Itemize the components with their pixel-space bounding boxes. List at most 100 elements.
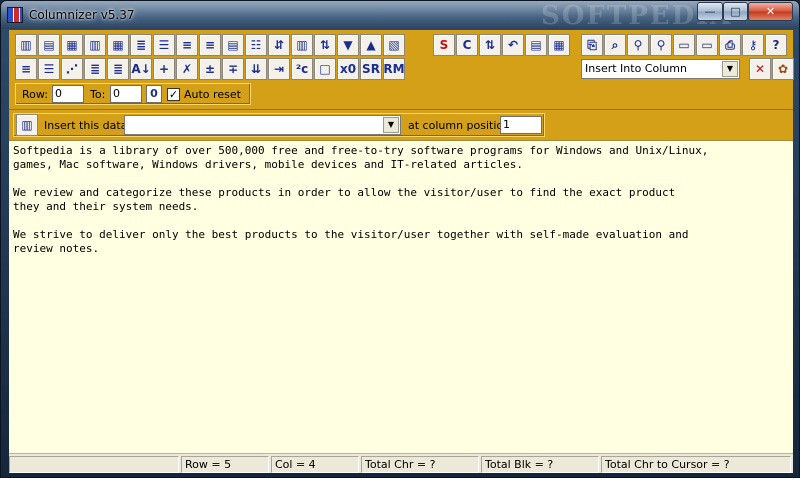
paste-button[interactable]: ▦: [548, 34, 570, 56]
c-icon: C: [462, 38, 472, 52]
dense-lines-button[interactable]: ≣: [84, 58, 106, 80]
sort-down-button[interactable]: ▼: [337, 34, 359, 56]
shift-down-icon: ⇊: [250, 62, 262, 76]
justify-text-button[interactable]: ≡: [199, 34, 221, 56]
status-bar: Row = 5 Col = 4 Total Chr = ? Total Blk …: [9, 453, 793, 473]
s-button[interactable]: S: [433, 34, 455, 56]
mode-select[interactable]: Insert Into Column ▼: [581, 59, 740, 79]
find-next-button[interactable]: ⚲: [650, 34, 672, 56]
chevron-down-icon[interactable]: ▼: [722, 61, 738, 77]
insert-column-button[interactable]: ▥: [16, 114, 38, 136]
open-folder-icon: ▭: [701, 38, 713, 52]
status-total-blk: Total Blk = ?: [481, 456, 599, 473]
clipboard-button[interactable]: ⎘: [581, 34, 603, 56]
chevron-down-icon[interactable]: ▼: [383, 117, 399, 133]
align-right-button[interactable]: ▦: [61, 34, 83, 56]
toolbar-row-1-tools: ⎘ ⌕ ⚲ ⚲ ▭ ▭ ⎙ ⚷?: [581, 34, 788, 56]
remove-row-button[interactable]: ∓: [222, 58, 244, 80]
sort-az-button[interactable]: A↓: [130, 58, 152, 80]
row-label: Row:: [22, 88, 48, 101]
minimize-button[interactable]: —: [697, 2, 723, 21]
insert-row-button[interactable]: ±: [199, 58, 221, 80]
left-align-block-button[interactable]: ≡: [15, 58, 37, 80]
row-to-input[interactable]: 0: [110, 85, 142, 103]
align-left-icon: ▤: [43, 38, 55, 52]
zero-button[interactable]: 0: [146, 85, 162, 103]
undo-icon: ↶: [507, 38, 519, 52]
print-button[interactable]: ⎙: [719, 34, 741, 56]
add-column-icon: +: [158, 62, 170, 76]
row-from-input[interactable]: 0: [52, 85, 84, 103]
move-column-button[interactable]: ▧: [383, 34, 405, 56]
open-file-button[interactable]: ▭: [673, 34, 695, 56]
title-bar[interactable]: Columnizer v5.37 SOFTPEDIA — □ ✕: [1, 1, 799, 31]
align-columns-button[interactable]: ▥: [15, 34, 37, 56]
column-position-input[interactable]: 1: [500, 116, 542, 134]
center-block-button[interactable]: ☰: [38, 58, 60, 80]
swap-up-down-button[interactable]: ⇅: [479, 34, 501, 56]
dense-lines-red-button[interactable]: ≣: [107, 58, 129, 80]
center-columns-button[interactable]: ▥: [84, 34, 106, 56]
find-button[interactable]: ⚲: [627, 34, 649, 56]
cancel-button[interactable]: ✕: [749, 58, 771, 80]
sort-column-icon: ⇅: [319, 38, 331, 52]
split-columns-button[interactable]: ▦: [107, 34, 129, 56]
shift-down-button[interactable]: ⇊: [245, 58, 267, 80]
maximize-button[interactable]: □: [723, 2, 748, 21]
sort-down-icon: ▼: [343, 38, 353, 52]
rm-button[interactable]: RM: [383, 58, 405, 80]
fill-text-button[interactable]: ▤: [222, 34, 244, 56]
dense-lines-icon: ≣: [89, 62, 101, 76]
insert-bar: ▥ Insert this data: ▼ at column position…: [9, 110, 793, 140]
status-message: [9, 456, 179, 473]
undo-button[interactable]: ↶: [502, 34, 524, 56]
reverse-lines-button[interactable]: ⇵: [268, 34, 290, 56]
to-label: To:: [90, 88, 106, 101]
tab-convert-button[interactable]: ⇥: [268, 58, 290, 80]
delete-column-button[interactable]: ✗: [176, 58, 198, 80]
toolbar-row-2: ≡ ☰ ⋰ ≣ ≣ A↓ + ✗ ± ∓ ⇊ ⇥ ²c □ x0 SR RM: [15, 58, 406, 80]
open-folder-button[interactable]: ▭: [696, 34, 718, 56]
sort-up-button[interactable]: ▲: [360, 34, 382, 56]
key-button[interactable]: ⚷: [742, 34, 764, 56]
wrap-text-button[interactable]: ☷: [245, 34, 267, 56]
key-icon: ⚷: [748, 38, 758, 52]
help-button[interactable]: ?: [765, 34, 787, 56]
text-editor[interactable]: Softpedia is a library of over 500,000 f…: [9, 140, 793, 451]
justify-text-icon: ≡: [204, 38, 216, 52]
c-button[interactable]: C: [456, 34, 478, 56]
open-file-icon: ▭: [678, 38, 690, 52]
sort-az-icon: A↓: [131, 62, 151, 76]
add-column-button[interactable]: +: [153, 58, 175, 80]
column-block-button[interactable]: ▥: [291, 34, 313, 56]
sr-button[interactable]: SR: [360, 58, 382, 80]
justify-columns-button[interactable]: ≣: [130, 34, 152, 56]
mode-select-value: Insert Into Column: [585, 62, 687, 75]
insert-data-combo[interactable]: ▼: [124, 115, 401, 135]
sort-column-button[interactable]: ⇅: [314, 34, 336, 56]
row-range-panel: Row: 0 To: 0 0 ✓ Auto reset: [15, 83, 251, 105]
auto-reset-checkbox[interactable]: ✓: [167, 88, 180, 101]
find-next-icon: ⚲: [656, 38, 666, 52]
window-title: Columnizer v5.37: [29, 8, 135, 22]
stagger-lines-button[interactable]: ⋰: [61, 58, 83, 80]
blank-icon: □: [319, 62, 331, 76]
outdent-lines-button[interactable]: ≡: [176, 34, 198, 56]
wrap-text-icon: ☷: [250, 38, 262, 52]
find-replace-button[interactable]: ⌕: [604, 34, 626, 56]
center-block-icon: ☰: [43, 62, 55, 76]
close-button[interactable]: ✕: [748, 2, 793, 21]
s-icon: S: [439, 38, 449, 52]
copy-button[interactable]: ▤: [525, 34, 547, 56]
palette-button[interactable]: ✿: [772, 58, 794, 80]
clipboard-icon: ⎘: [587, 38, 597, 52]
editor-paragraph: We strive to deliver only the best produ…: [13, 228, 689, 255]
replace-zero-button[interactable]: x0: [337, 58, 359, 80]
outdent-lines-icon: ≡: [181, 38, 193, 52]
replace-chars-button[interactable]: ²c: [291, 58, 313, 80]
indent-lines-button[interactable]: ☰: [153, 34, 175, 56]
editor-paragraph: Softpedia is a library of over 500,000 f…: [13, 144, 709, 171]
help-icon: ?: [772, 38, 780, 52]
align-left-button[interactable]: ▤: [38, 34, 60, 56]
blank-button[interactable]: □: [314, 58, 336, 80]
